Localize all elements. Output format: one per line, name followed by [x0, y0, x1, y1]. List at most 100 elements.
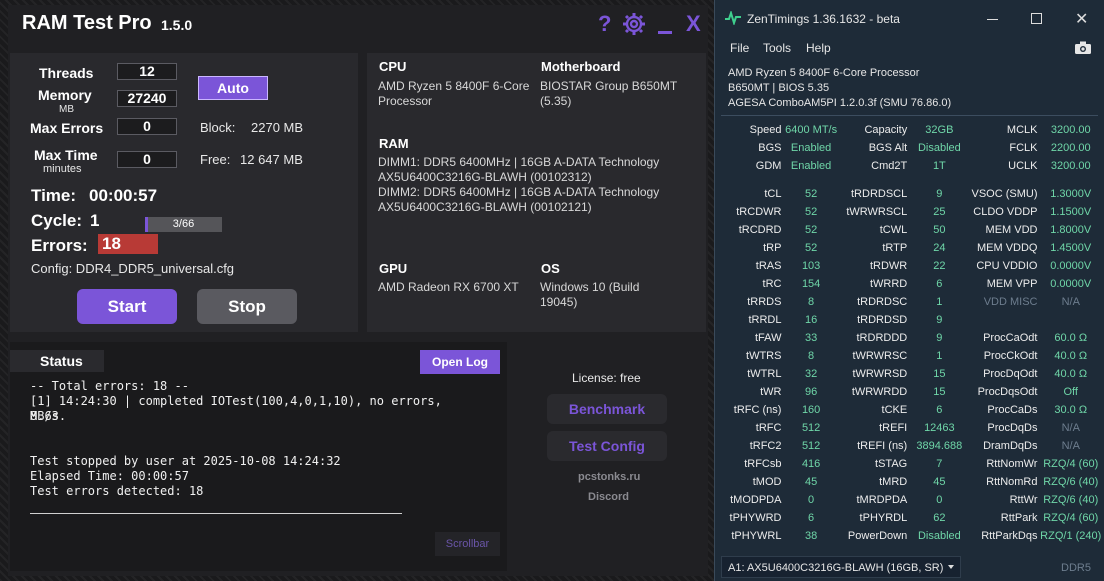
timing-label: tRFCsb — [744, 458, 782, 470]
timing-row: tRFCsb 416 tSTAG 7 RttNomWr RZQ/4 (60) — [724, 455, 1104, 473]
timing-row: tRRDL 16 tRDRDSD 9 — [724, 311, 1104, 329]
block-value: 2270 MB — [251, 120, 304, 135]
timing-row: tRCDRD 52 tCWL 50 MEM VDD 1.8000V — [724, 221, 1104, 239]
timing-value: 1.3000V — [1050, 188, 1092, 200]
ddr-type-label: DDR5 — [1061, 562, 1091, 574]
timing-label: MEM VPP — [986, 278, 1038, 290]
timing-value: Off — [1063, 386, 1078, 398]
timing-label: RttParkDqs — [981, 530, 1038, 542]
status-log[interactable]: -- Total errors: 18 -- [1] 14:24:30 | co… — [30, 379, 470, 499]
timing-label: tRCDRD — [738, 224, 782, 236]
open-log-button[interactable]: Open Log — [420, 350, 500, 374]
timing-value: 1T — [932, 160, 946, 172]
benchmark-button[interactable]: Benchmark — [547, 394, 667, 424]
auto-button[interactable]: Auto — [198, 76, 268, 100]
timing-value: 0.0000V — [1050, 260, 1092, 272]
threads-input[interactable]: 12 — [117, 63, 177, 80]
zen-board-info: B650MT | BIOS 5.35 — [728, 82, 830, 94]
timing-value: 416 — [801, 458, 821, 470]
timing-value: 3894.688 — [916, 440, 963, 452]
timing-value: 9 — [936, 332, 943, 344]
timing-value: 38 — [804, 530, 818, 542]
timing-value: RZQ/6 (40) — [1043, 494, 1099, 506]
ram-line: DIMM2: DDR5 6400MHz | 16GB A-DATA Techno… — [378, 185, 660, 199]
timing-label: UCLK — [1008, 160, 1038, 172]
timing-value: Enabled — [790, 160, 832, 172]
errors-label: Errors: — [31, 236, 88, 255]
timing-label: tFAW — [754, 332, 782, 344]
ram-line: DIMM1: DDR5 6400MHz | 16GB A-DATA Techno… — [378, 155, 660, 169]
gpu-value: AMD Radeon RX 6700 XT — [378, 280, 519, 294]
timing-label: BGS Alt — [868, 142, 908, 154]
timing-value: 24 — [933, 242, 946, 254]
discord-link[interactable]: Discord — [588, 491, 629, 503]
timing-row: tFAW 33 tRDRDDD 9 ProcCaOdt 60.0 Ω — [724, 329, 1104, 347]
site-link[interactable]: pcstonks.ru — [578, 471, 640, 483]
maximize-icon[interactable] — [1031, 13, 1042, 24]
timing-label: tPHYWRD — [729, 512, 782, 524]
log-line: [1] 14:24:30 | completed IOTest(100,4,0,… — [30, 394, 442, 423]
max-errors-input[interactable]: 0 — [117, 118, 177, 135]
timing-label: ProcCaOdt — [983, 332, 1038, 344]
camera-icon[interactable] — [1075, 41, 1091, 54]
log-line: Test stopped by user at 2025-10-08 14:24… — [30, 454, 341, 468]
timing-label: tWRRD — [869, 278, 908, 290]
dimm-select[interactable]: A1: AX5U6400C3216G-BLAWH (16GB, SR) — [721, 556, 961, 578]
timing-row: tMODPDA 0 tMRDPDA 0 RttWr RZQ/6 (40) — [724, 491, 1104, 509]
app-version: 1.5.0 — [161, 17, 193, 33]
timing-row: tRC 154 tWRRD 6 MEM VPP 0.0000V — [724, 275, 1104, 293]
timing-value: 40.0 Ω — [1054, 368, 1088, 380]
close-icon[interactable]: ✕ — [1075, 9, 1088, 29]
timing-value: 1.4500V — [1050, 242, 1092, 254]
timing-value: Disabled — [917, 142, 961, 154]
zen-menubar: File Tools Help — [715, 36, 1104, 60]
minimize-icon[interactable] — [987, 19, 998, 20]
timing-label: tRDRDSD — [857, 314, 908, 326]
timing-label: ProcCaDs — [987, 404, 1038, 416]
ram-line: AX5U6400C3216G-BLAWH (00102312) — [378, 170, 592, 184]
timing-label: tSTAG — [875, 458, 908, 470]
timing-value: 16 — [804, 314, 818, 326]
minimize-icon[interactable] — [658, 31, 672, 34]
os-label: OS — [541, 261, 560, 276]
log-scrollbar[interactable]: Scrollbar — [435, 532, 500, 556]
dimm-select-value: A1: AX5U6400C3216G-BLAWH (16GB, SR) — [728, 562, 944, 574]
max-time-input[interactable]: 0 — [117, 151, 177, 168]
menu-file[interactable]: File — [730, 41, 749, 55]
timing-label: BGS — [758, 142, 782, 154]
status-title: Status — [10, 350, 104, 372]
timing-value: N/A — [1061, 440, 1080, 452]
zen-title: ZenTimings 1.36.1632 - beta — [747, 12, 900, 26]
timing-label: tMRDPDA — [856, 494, 908, 506]
motherboard-value: BIOSTAR Group B650MT (5.35) — [540, 79, 677, 108]
cycle-value: 1 — [90, 211, 100, 230]
stop-button[interactable]: Stop — [197, 289, 297, 324]
license-label: License: free — [572, 371, 641, 385]
timing-value: Disabled — [917, 530, 961, 542]
timing-value: RZQ/4 (60) — [1043, 458, 1099, 470]
timing-label: Capacity — [864, 124, 908, 136]
max-time-unit: minutes — [43, 163, 82, 175]
close-icon[interactable]: X — [686, 11, 701, 37]
timing-label: MEM VDDQ — [976, 242, 1038, 254]
timing-label: Cmd2T — [871, 160, 908, 172]
timing-value: 15 — [933, 368, 946, 380]
timing-label: RttWr — [1009, 494, 1038, 506]
start-button[interactable]: Start — [77, 289, 177, 324]
cpu-value: AMD Ryzen 5 8400F 6-Core Processor — [378, 79, 530, 108]
timing-value: 8 — [808, 296, 815, 308]
timing-value: 52 — [804, 242, 818, 254]
log-line: Elapsed Time: 00:00:57 — [30, 469, 189, 483]
timing-value: 32GB — [925, 124, 954, 136]
memory-input[interactable]: 27240 — [117, 90, 177, 107]
test-config-button[interactable]: Test Config — [547, 431, 667, 461]
help-icon[interactable]: ? — [598, 11, 611, 37]
zen-titlebar: ZenTimings 1.36.1632 - beta ✕ — [715, 0, 1104, 36]
timing-value: 30.0 Ω — [1054, 404, 1088, 416]
menu-tools[interactable]: Tools — [763, 41, 791, 55]
timing-label: PowerDown — [847, 530, 908, 542]
menu-help[interactable]: Help — [806, 41, 831, 55]
motherboard-label: Motherboard — [541, 59, 621, 74]
settings-gear-icon[interactable] — [622, 12, 646, 36]
timing-value: 8 — [808, 350, 815, 362]
